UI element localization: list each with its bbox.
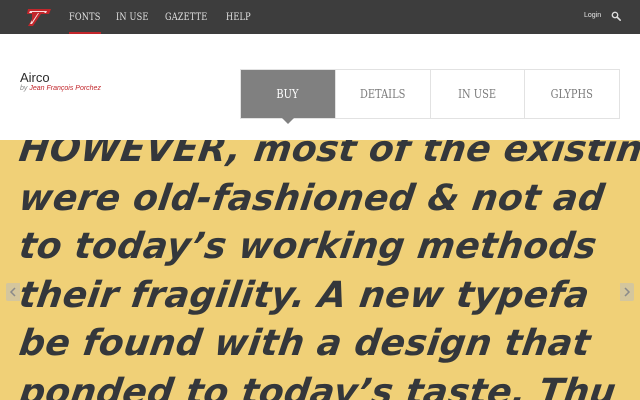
- specimen-line: to today’s working methods: [16, 226, 600, 267]
- main-nav: FONTS IN USE GAZETTE HELP: [69, 0, 265, 34]
- nav-item-gazette[interactable]: GAZETTE: [165, 0, 211, 34]
- font-byline: by Jean François Porchez: [20, 85, 101, 92]
- tab-glyphs-label: GLYPHS: [551, 87, 594, 101]
- specimen-line: their fragility. A new typefa: [16, 274, 593, 316]
- tab-buy[interactable]: BUY: [241, 70, 335, 124]
- font-header: Airco by Jean François Porchez BUY DETAI…: [0, 34, 640, 140]
- tab-in-use[interactable]: IN USE: [429, 70, 525, 118]
- nav-item-in-use[interactable]: IN USE: [116, 0, 153, 34]
- chevron-left-icon: [9, 287, 16, 297]
- tab-details-label: DETAILS: [359, 87, 406, 101]
- font-tabs: BUY DETAILS IN USE GLYPHS: [240, 69, 620, 124]
- login-link[interactable]: Login: [584, 12, 601, 19]
- tab-details[interactable]: DETAILS: [334, 70, 430, 118]
- top-navigation-bar: FONTS IN USE GAZETTE HELP Login: [0, 0, 640, 34]
- nav-item-help[interactable]: HELP: [226, 0, 255, 34]
- carousel-prev-button[interactable]: [6, 283, 20, 301]
- font-specimen: HOWEVER, most of the existing were old-f…: [0, 140, 640, 400]
- tab-glyphs[interactable]: GLYPHS: [524, 70, 619, 118]
- tab-buy-label: BUY: [276, 87, 299, 101]
- specimen-line: were old-fashioned & not ad: [16, 177, 608, 219]
- nav-item-fonts[interactable]: FONTS: [69, 0, 105, 34]
- specimen-line: be found with a design that: [16, 323, 594, 364]
- font-title: Airco: [20, 70, 50, 85]
- carousel-next-button[interactable]: [620, 283, 634, 301]
- logo-icon[interactable]: [24, 7, 52, 27]
- designer-link[interactable]: Jean François Porchez: [29, 85, 101, 92]
- specimen-line: HOWEVER, most of the existing: [16, 140, 640, 170]
- byline-prefix: by: [20, 85, 28, 92]
- chevron-right-icon: [624, 287, 631, 297]
- specimen-line: ponded to today’s taste. Thu: [16, 371, 619, 400]
- search-icon[interactable]: [611, 11, 621, 21]
- tab-in-use-label: IN USE: [458, 87, 497, 101]
- specimen-text: HOWEVER, most of the existing were old-f…: [16, 140, 640, 400]
